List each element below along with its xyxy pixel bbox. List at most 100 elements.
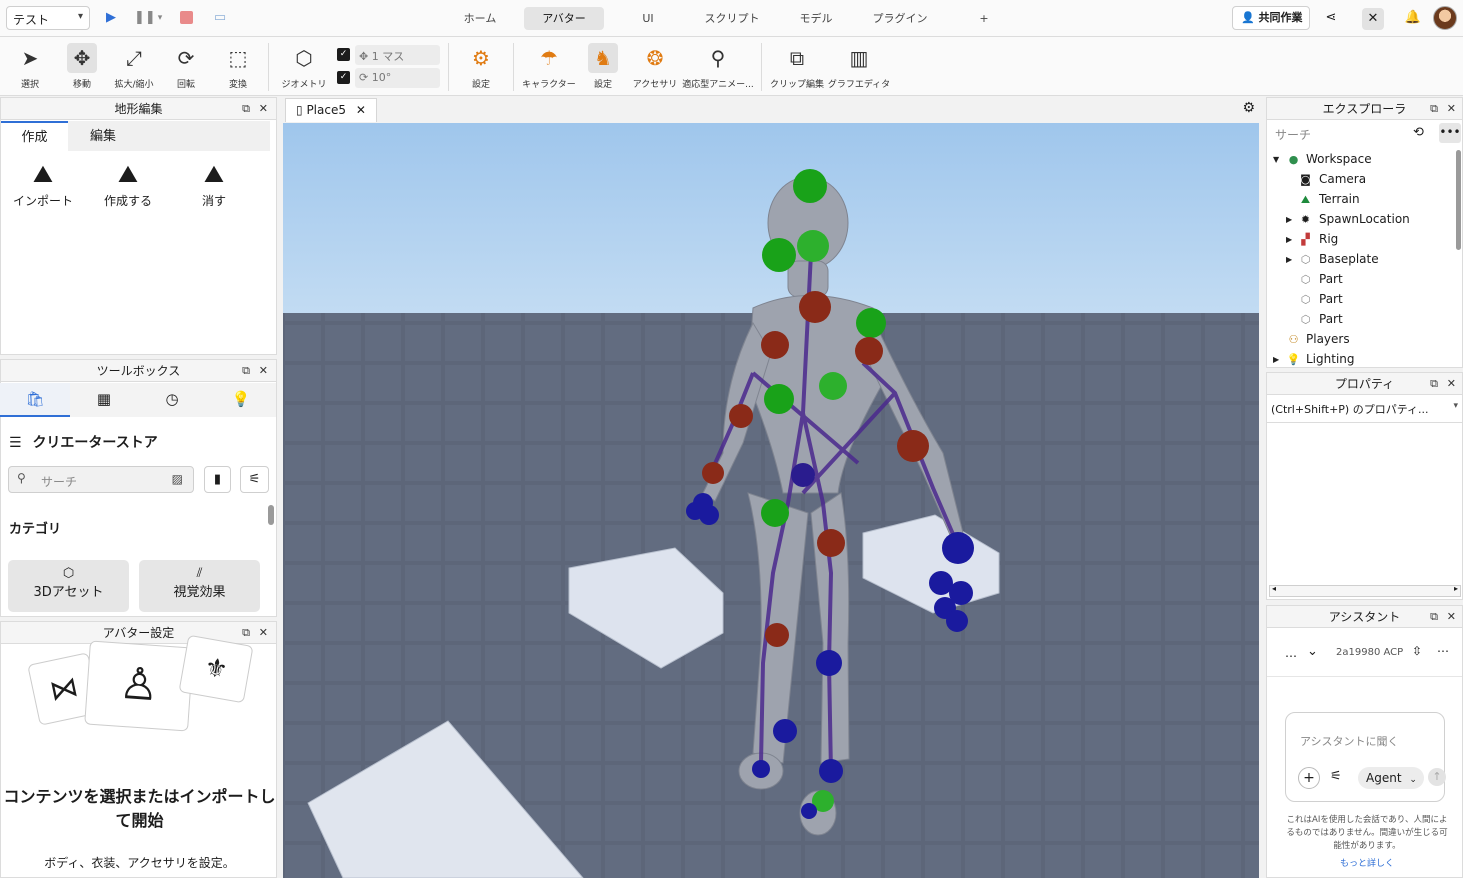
undock-icon[interactable]: ⧉	[242, 360, 250, 382]
filter-button[interactable]: ⚟	[240, 466, 269, 493]
tree-item-baseplate[interactable]: ▶ ⬡ Baseplate	[1268, 250, 1453, 270]
more-icon[interactable]: ⋯	[1437, 644, 1449, 658]
rotate-tool[interactable]: ⟳ 回転	[158, 41, 214, 93]
collapse-arrow-icon[interactable]: ▶	[1273, 355, 1279, 364]
undock-icon[interactable]: ⧉	[242, 622, 250, 644]
pin-icon[interactable]: ⇳	[1412, 644, 1422, 658]
tree-item-spawnlocation[interactable]: ▶ ✹ SpawnLocation	[1268, 210, 1453, 230]
sliders-icon[interactable]: ⚟	[1330, 769, 1342, 784]
tab-terrain-create[interactable]: 作成	[1, 121, 68, 151]
tab-script[interactable]: スクリプト	[696, 7, 768, 30]
add-attachment-button[interactable]: +	[1298, 767, 1320, 789]
chevron-down-icon[interactable]: ⌄	[1307, 644, 1318, 659]
tab-ui[interactable]: UI	[628, 7, 668, 30]
terrain-import-button[interactable]: ⛰ インポート	[3, 160, 83, 209]
collaborate-button[interactable]: 👤 共同作業	[1232, 6, 1310, 30]
move-snap-field[interactable]: ✓ ✥ 1 マス	[337, 45, 440, 65]
3d-viewport[interactable]	[283, 123, 1259, 878]
properties-filter-select[interactable]: (Ctrl+Shift+P) のプロパティ...	[1267, 397, 1462, 423]
tab-place5[interactable]: ▯ Place5 ✕	[285, 98, 377, 122]
close-icon[interactable]: ✕	[1447, 606, 1456, 628]
bell-icon[interactable]: 🔔	[1404, 9, 1422, 27]
bookmark-button[interactable]: ▮	[204, 466, 231, 493]
tab-home[interactable]: ホーム	[450, 7, 510, 30]
assistant-input-box[interactable]: アシスタントに聞く + ⚟ Agent ⌄ ↑	[1285, 712, 1446, 802]
stop-icon[interactable]	[180, 11, 193, 24]
toolbox-search-input[interactable]: ⚲ サーチ ▨	[8, 466, 194, 493]
geometry-tool[interactable]: ⬡ ジオメトリ	[276, 41, 332, 93]
play-icon[interactable]: ▶	[102, 9, 120, 27]
tree-item-camera[interactable]: ◙ Camera	[1268, 170, 1453, 190]
category-visual-effects[interactable]: ⫽ 視覚効果	[139, 560, 260, 612]
tree-item-part[interactable]: ⬡ Part	[1268, 310, 1453, 330]
select-tool[interactable]: ➤ 選択	[2, 41, 58, 93]
transform-tool[interactable]: ⬚ 変換	[210, 41, 266, 93]
collapse-arrow-icon[interactable]: ▶	[1286, 255, 1292, 264]
tab-terrain-edit[interactable]: 編集	[68, 121, 270, 151]
pause-icon[interactable]: ❚❚	[134, 9, 156, 27]
close-icon[interactable]: ✕	[259, 360, 268, 382]
explorer-scrollbar[interactable]	[1456, 150, 1461, 250]
chevron-down-icon[interactable]: ▾	[1453, 401, 1458, 411]
tree-item-part[interactable]: ⬡ Part	[1268, 290, 1453, 310]
clip-edit-tool[interactable]: ⧉ クリップ編集	[767, 41, 827, 93]
tree-item-players[interactable]: ⚇ Players	[1268, 330, 1453, 350]
run-mode-select[interactable]: テスト ▾	[6, 6, 90, 30]
history-icon[interactable]: ⟲	[1413, 125, 1424, 140]
tab-plugin[interactable]: プラグイン	[862, 7, 938, 30]
avatar-settings-tool[interactable]: ⚙ 設定	[453, 41, 509, 93]
grid-toggle-icon[interactable]: ✕	[1362, 8, 1384, 30]
checkbox-checked-icon[interactable]: ✓	[337, 71, 350, 84]
image-search-icon[interactable]: ▨	[172, 472, 183, 486]
tab-avatar[interactable]: アバター	[524, 7, 604, 30]
collapse-arrow-icon[interactable]: ▶	[1286, 215, 1292, 224]
more-options-button[interactable]: •••	[1439, 123, 1461, 143]
toolbox-tab-store[interactable]: 🛍	[0, 383, 70, 417]
toolbox-scrollbar[interactable]	[268, 505, 274, 525]
explorer-search-input[interactable]: サーチ	[1271, 124, 1431, 144]
properties-horizontal-scrollbar[interactable]: ◂ ▸	[1269, 584, 1461, 597]
close-icon[interactable]: ✕	[1447, 98, 1456, 120]
close-icon[interactable]: ✕	[259, 98, 268, 120]
tree-item-lighting[interactable]: ▶ 💡 Lighting	[1268, 350, 1453, 368]
rig-settings-tool[interactable]: ♞ 設定	[575, 41, 631, 93]
rotate-snap-field[interactable]: ✓ ⟳ 10°	[337, 68, 440, 88]
close-icon[interactable]: ✕	[259, 622, 268, 644]
toolbox-tab-ideas[interactable]: 💡	[206, 383, 276, 417]
learn-more-link[interactable]: もっと詳しく	[1283, 856, 1451, 869]
send-button[interactable]: ↑	[1428, 768, 1446, 786]
graph-editor-tool[interactable]: ▥ グラフエディタ	[826, 41, 892, 93]
scroll-right-icon[interactable]: ▸	[1454, 584, 1458, 593]
hamburger-menu-icon[interactable]: ☰	[9, 435, 22, 451]
close-icon[interactable]: ✕	[356, 103, 366, 117]
collapse-arrow-icon[interactable]: ▶	[1286, 235, 1292, 244]
checkbox-checked-icon[interactable]: ✓	[337, 48, 350, 61]
undock-icon[interactable]: ⧉	[242, 98, 250, 120]
scroll-left-icon[interactable]: ◂	[1272, 584, 1276, 593]
monitor-icon[interactable]: ▭	[211, 9, 229, 27]
more-sessions-icon[interactable]: …	[1285, 646, 1297, 660]
toolbox-tab-recent[interactable]: ◷	[138, 383, 206, 417]
terrain-create-button[interactable]: ⛰ 作成する	[88, 160, 168, 209]
character-tool[interactable]: ☂ キャラクター	[521, 41, 577, 93]
toolbox-tab-inventory[interactable]: ▦	[70, 383, 138, 417]
close-icon[interactable]: ✕	[1447, 373, 1456, 395]
add-tab-button[interactable]: +	[974, 7, 994, 30]
tree-item-part[interactable]: ⬡ Part	[1268, 270, 1453, 290]
undock-icon[interactable]: ⧉	[1430, 98, 1438, 120]
expand-arrow-icon[interactable]: ▼	[1273, 155, 1279, 164]
scale-tool[interactable]: ⤢ 拡大/縮小	[106, 41, 162, 93]
undock-icon[interactable]: ⧉	[1430, 373, 1438, 395]
terrain-erase-button[interactable]: ⛰ 消す	[174, 160, 254, 209]
share-icon[interactable]: ⋖	[1322, 9, 1340, 27]
category-3d-assets[interactable]: ⬡ 3Dアセット	[8, 560, 129, 612]
tree-item-rig[interactable]: ▶ ▞ Rig	[1268, 230, 1453, 250]
chevron-down-icon[interactable]: ▾	[151, 9, 169, 27]
avatar[interactable]	[1433, 6, 1457, 30]
tab-model[interactable]: モデル	[788, 7, 844, 30]
adaptive-animation-tool[interactable]: ⚲ 適応型アニメー...	[680, 41, 756, 93]
tree-item-workspace[interactable]: ▼ ● Workspace	[1268, 150, 1453, 170]
agent-mode-select[interactable]: Agent ⌄	[1358, 767, 1424, 789]
move-tool[interactable]: ✥ 移動	[54, 41, 110, 93]
tree-item-terrain[interactable]: ⛰ Terrain	[1268, 190, 1453, 210]
